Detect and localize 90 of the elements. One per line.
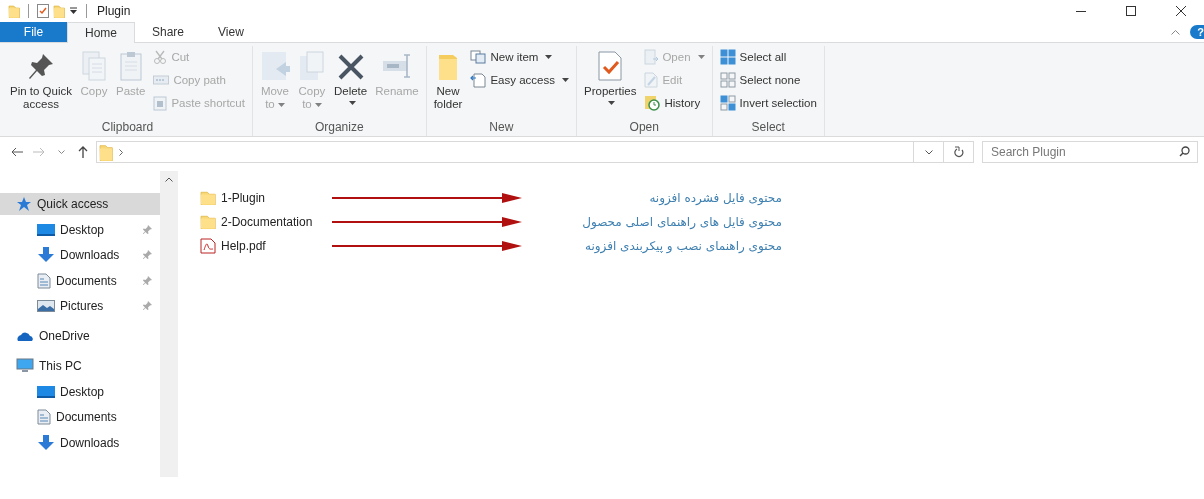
scroll-up-icon [165, 177, 173, 182]
forward-arrow-icon [33, 147, 45, 157]
up-arrow-icon [78, 146, 88, 158]
close-icon [1176, 6, 1186, 16]
nav-item[interactable]: Desktop [0, 380, 160, 403]
nav-item[interactable]: This PC [0, 355, 160, 377]
folder-icon [99, 143, 113, 161]
nav-item[interactable]: Desktop [0, 218, 160, 241]
file-item[interactable]: 1-Plugin [200, 187, 332, 208]
desktop-icon [37, 384, 55, 399]
ribbon-tab[interactable]: File [0, 22, 67, 42]
nav-item[interactable]: Documents [0, 406, 160, 428]
caret-icon [924, 149, 933, 155]
ribbon-button[interactable]: History [641, 93, 708, 113]
group-label: Select [750, 119, 786, 136]
chevron-icon [119, 148, 123, 156]
ribbon-tab[interactable]: Home [67, 22, 135, 43]
refresh-icon [953, 146, 964, 158]
refresh-button[interactable] [944, 141, 974, 163]
file-item[interactable]: Help.pdf [200, 235, 332, 256]
copy-path-icon [153, 75, 170, 85]
copy-to-icon [297, 50, 326, 82]
ribbon-button[interactable]: Delete [330, 46, 371, 107]
nav-item[interactable]: Documents [0, 269, 160, 292]
ribbon-tab[interactable]: Share [135, 22, 202, 42]
file-item[interactable]: 2-Documentation [200, 211, 332, 232]
window-title: Plugin [97, 4, 131, 18]
ribbon-button[interactable]: Invert selection [716, 93, 820, 113]
ribbon-button[interactable]: Select none [716, 70, 820, 90]
properties-icon [37, 4, 49, 18]
search-field[interactable]: Search Plugin [982, 141, 1198, 163]
annotation-text: محتوی فایل های راهنمای اصلی محصول [582, 214, 782, 229]
document-icon [37, 272, 51, 289]
minimize-icon [1076, 10, 1086, 12]
move-to-icon [259, 50, 290, 82]
folder-icon [437, 52, 460, 82]
maximize-icon [1126, 6, 1136, 16]
collapse-ribbon-icon [1171, 29, 1180, 35]
ribbon-button[interactable]: New folder [430, 46, 466, 113]
caret-icon [57, 150, 65, 154]
cloud-icon [16, 330, 34, 342]
pin-icon [143, 275, 152, 285]
help-button[interactable]: ? [1190, 25, 1204, 39]
desktop-icon [37, 222, 55, 237]
scissors-icon [153, 50, 168, 64]
nav-item[interactable]: OneDrive [0, 325, 160, 347]
folder-icon [8, 4, 20, 18]
folder-icon [200, 190, 216, 205]
edit-icon [644, 72, 659, 88]
group-label: New [488, 119, 515, 136]
ribbon-tab[interactable]: View [201, 22, 261, 42]
pdf-icon [200, 237, 216, 254]
folder-icon [200, 214, 216, 229]
group-label: Organize [313, 119, 365, 136]
annotation-text: محتوی فایل فشرده افزونه [649, 190, 782, 205]
ribbon-button[interactable]: New item [467, 47, 572, 67]
download-icon [37, 247, 55, 263]
history-icon [644, 95, 661, 111]
nav-item[interactable]: Downloads [0, 244, 160, 266]
select-all-icon [719, 49, 736, 65]
ribbon-button[interactable]: Pin to Quick access [7, 46, 75, 113]
paste-shortcut-icon [153, 95, 168, 111]
ribbon-button[interactable]: Select all [716, 47, 820, 67]
open-icon [644, 49, 659, 65]
group-label: Open [628, 119, 660, 136]
download-icon [37, 434, 55, 451]
ribbon-button[interactable]: Easy access [467, 70, 572, 90]
pictures-icon [37, 299, 55, 313]
easy-access-icon [470, 72, 487, 88]
nav-item[interactable]: Pictures [0, 295, 160, 317]
group-label: Clipboard [100, 119, 155, 136]
ribbon-button[interactable]: Properties [581, 46, 640, 107]
copy-icon [80, 50, 108, 82]
annotation-text: محتوی راهنمای نصب و پیکربندی افزونه [585, 238, 782, 253]
pin-icon [143, 250, 152, 259]
properties-icon [596, 50, 625, 82]
select-none-icon [719, 72, 736, 88]
pin-icon [143, 224, 152, 234]
nav-item[interactable]: Quick access [0, 193, 160, 215]
search-icon [1179, 146, 1190, 157]
invert-selection-icon [719, 95, 736, 111]
dropdown-icon [69, 7, 78, 15]
back-arrow-icon [11, 147, 23, 157]
pin-icon [143, 301, 152, 310]
folder-icon [53, 4, 65, 18]
star-icon [16, 196, 32, 212]
nav-item[interactable]: Downloads [0, 431, 160, 454]
document-icon [37, 409, 51, 425]
computer-icon [16, 358, 34, 374]
new-item-icon [470, 50, 487, 64]
